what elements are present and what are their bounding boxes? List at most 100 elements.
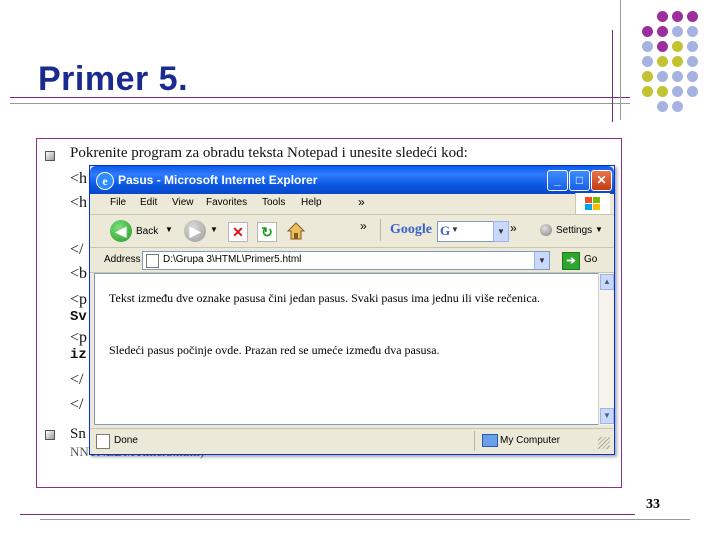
bullet-icon <box>45 430 55 440</box>
slide-title: Primer 5. <box>38 60 189 98</box>
google-overflow-chevron[interactable]: » <box>510 221 517 235</box>
browser-titlebar[interactable]: e Pasus - Microsoft Internet Explorer _ … <box>90 166 614 194</box>
decorative-dot <box>672 41 683 52</box>
decorative-dot <box>687 41 698 52</box>
code-fragment: <h <box>70 194 88 211</box>
code-fragment: <h <box>70 170 88 187</box>
bullet-text-2-line1: Sn <box>70 426 86 442</box>
footer-rule-top <box>20 514 635 515</box>
page-content-area: Tekst između dve oznake pasusa čini jeda… <box>94 273 600 425</box>
header-vrule-2 <box>620 0 621 120</box>
address-label: Address <box>104 254 141 265</box>
header-vrule-1 <box>612 30 613 122</box>
code-fragment: </ <box>70 396 84 413</box>
code-fragment: </ <box>70 371 84 388</box>
refresh-icon[interactable]: ↻ <box>257 222 277 242</box>
decorative-dot <box>642 86 653 97</box>
minimize-button[interactable]: _ <box>547 170 568 191</box>
settings-dropdown-icon[interactable]: ▼ <box>595 225 603 234</box>
menu-help[interactable]: Help <box>301 197 322 208</box>
code-fragment: <p <box>70 329 88 346</box>
bullet-text-1: Pokrenite program za obradu teksta Notep… <box>70 145 468 161</box>
resize-grip-icon[interactable] <box>598 437 610 449</box>
decorative-dot <box>657 41 668 52</box>
toolbar-overflow-chevron[interactable]: » <box>360 219 367 233</box>
code-fragment: </ <box>70 241 84 258</box>
google-search-dropdown[interactable]: ▼ <box>493 221 509 242</box>
menu-overflow-chevron[interactable]: » <box>358 195 365 209</box>
google-dropdown-icon[interactable]: ▼ <box>451 225 459 234</box>
decorative-dot <box>687 26 698 37</box>
page-icon <box>146 254 159 268</box>
status-divider <box>474 431 475 451</box>
code-fragment: <b <box>70 265 88 282</box>
menu-edit[interactable]: Edit <box>140 197 157 208</box>
back-button-label[interactable]: Back <box>136 226 158 237</box>
code-fragment: Sv <box>70 309 87 325</box>
maximize-button[interactable]: □ <box>569 170 590 191</box>
decorative-dot <box>657 101 668 112</box>
stop-icon[interactable]: ✕ <box>228 222 248 242</box>
scroll-up-arrow-icon[interactable]: ▲ <box>600 274 614 290</box>
address-bar: Address D:\Grupa 3\HTML\Primer5.html ▼ ➔… <box>90 248 614 273</box>
standard-toolbar: ◀ Back ▼ ▶ ▼ ✕ ↻ » Google G ▼ ▼ » Settin… <box>90 215 614 248</box>
google-toolbar-divider <box>380 219 381 241</box>
address-input[interactable]: D:\Grupa 3\HTML\Primer5.html ▼ <box>142 251 550 270</box>
done-page-icon <box>96 434 110 449</box>
menu-tools[interactable]: Tools <box>262 197 285 208</box>
decorative-dot <box>657 71 668 82</box>
my-computer-icon <box>482 434 498 447</box>
decorative-dot <box>657 86 668 97</box>
back-arrow-icon[interactable]: ◀ <box>110 220 132 242</box>
code-fragment: iz <box>70 347 87 363</box>
decorative-dot <box>687 86 698 97</box>
status-zone: My Computer <box>500 435 561 446</box>
decorative-dot <box>657 11 668 22</box>
decorative-dot <box>672 11 683 22</box>
vertical-scrollbar[interactable]: ▲ ▼ <box>598 273 614 425</box>
page-paragraph-1: Tekst između dve oznake pasusa čini jeda… <box>109 291 541 305</box>
menu-view[interactable]: View <box>172 197 194 208</box>
go-arrow-icon[interactable]: ➔ <box>562 252 580 270</box>
bullet-icon <box>45 151 55 161</box>
address-url: D:\Grupa 3\HTML\Primer5.html <box>163 254 302 265</box>
status-done: Done <box>114 435 138 446</box>
decorative-dot <box>672 86 683 97</box>
home-icon[interactable] <box>286 221 306 240</box>
decorative-dot <box>672 71 683 82</box>
browser-window: e Pasus - Microsoft Internet Explorer _ … <box>89 165 615 455</box>
header-rule-bottom <box>10 103 630 104</box>
address-dropdown-icon[interactable]: ▼ <box>534 252 549 269</box>
decorative-dot <box>687 56 698 67</box>
page-number: 33 <box>646 497 660 512</box>
ie-logo-icon: e <box>96 172 114 190</box>
footer-rule-bottom <box>40 519 690 520</box>
menu-file[interactable]: File <box>110 197 126 208</box>
google-logo: Google <box>390 222 432 237</box>
back-dropdown-icon[interactable]: ▼ <box>165 225 173 234</box>
decorative-dot <box>642 26 653 37</box>
decorative-dot <box>687 71 698 82</box>
window-title: Pasus - Microsoft Internet Explorer <box>118 173 318 187</box>
decorative-dot <box>642 71 653 82</box>
settings-icon[interactable] <box>540 224 552 236</box>
decorative-dot <box>657 56 668 67</box>
menu-favorites[interactable]: Favorites <box>206 197 247 208</box>
windows-logo-icon <box>575 193 610 214</box>
decorative-dot <box>642 41 653 52</box>
decorative-dot <box>657 26 668 37</box>
go-button-label[interactable]: Go <box>584 254 597 265</box>
code-fragment: <p <box>70 291 88 308</box>
forward-dropdown-icon[interactable]: ▼ <box>210 225 218 234</box>
decorative-dot <box>672 26 683 37</box>
page-paragraph-2: Sledeći pasus počinje ovde. Prazan red s… <box>109 343 440 357</box>
forward-arrow-icon[interactable]: ▶ <box>184 220 206 242</box>
settings-label[interactable]: Settings <box>556 225 592 236</box>
decorative-dot <box>642 56 653 67</box>
decorative-dot <box>672 56 683 67</box>
google-g-icon: G <box>440 223 451 238</box>
status-bar: Done My Computer <box>90 428 614 453</box>
menu-bar: File Edit View Favorites Tools Help » <box>90 194 614 215</box>
close-button[interactable]: ✕ <box>591 170 612 191</box>
scroll-down-arrow-icon[interactable]: ▼ <box>600 408 614 424</box>
